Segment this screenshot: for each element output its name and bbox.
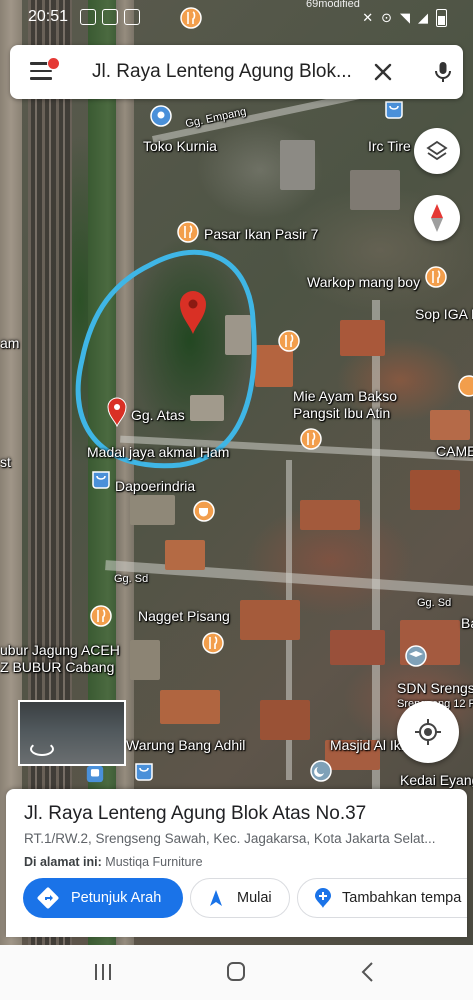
label-gg-atas[interactable]: Gg. Atas <box>131 407 185 423</box>
train-station-icon[interactable] <box>86 765 104 783</box>
directions-button[interactable]: Petunjuk Arah <box>23 878 183 918</box>
label-toko-kurnia[interactable]: Toko Kurnia <box>143 138 217 154</box>
compass-icon <box>431 204 443 232</box>
mosque-icon[interactable] <box>310 760 332 782</box>
app-icon <box>124 9 140 25</box>
place-address: RT.1/RW.2, Srengseng Sawah, Kec. Jagakar… <box>24 831 436 846</box>
home-icon[interactable] <box>221 959 251 985</box>
shopping-icon[interactable] <box>383 98 405 120</box>
label-bubur-2[interactable]: Z BUBUR Cabang <box>0 659 114 675</box>
add-place-label: Tambahkan tempa <box>342 890 462 906</box>
school-icon[interactable] <box>405 645 427 667</box>
recent-apps-icon[interactable] <box>88 959 118 985</box>
start-label: Mulai <box>237 890 272 906</box>
status-system-icons: ✕ ⊙ ◥ ◢ <box>362 9 447 27</box>
gallery-icon <box>80 9 96 25</box>
street-view-icon <box>30 742 54 756</box>
shopping-icon[interactable] <box>133 760 155 782</box>
layers-icon <box>426 140 448 161</box>
signal-icon: ◢ <box>418 10 428 25</box>
notification-dot <box>47 57 60 70</box>
label-came[interactable]: CAME <box>436 443 473 459</box>
label-bubur-1[interactable]: ubur Jagung ACEH <box>0 642 120 658</box>
mute-icon: ✕ <box>362 10 374 25</box>
label-nagget[interactable]: Nagget Pisang <box>138 608 230 624</box>
location-icon: ⊙ <box>381 10 392 25</box>
my-location-button[interactable] <box>397 701 459 763</box>
status-partial-text: 69modified <box>306 0 360 10</box>
restaurant-icon[interactable] <box>278 330 300 352</box>
restaurant-icon[interactable] <box>300 428 322 450</box>
mic-icon[interactable] <box>430 59 456 85</box>
search-bar[interactable]: Jl. Raya Lenteng Agung Blok... <box>10 45 463 99</box>
place-at-address: Di alamat ini: Mustiqa Furniture <box>24 855 203 869</box>
label-kedai[interactable]: Kedai Eyang <box>400 772 473 788</box>
label-ba[interactable]: Ba <box>461 615 473 631</box>
system-nav-bar <box>0 945 473 1000</box>
location-pin-icon <box>180 291 206 334</box>
status-notification-icons <box>80 9 140 25</box>
search-query[interactable]: Jl. Raya Lenteng Agung Blok... <box>92 61 354 83</box>
restaurant-icon[interactable] <box>202 632 224 654</box>
at-address-label: Di alamat ini: <box>24 855 102 869</box>
layers-button[interactable] <box>414 128 460 174</box>
street-view-thumbnail[interactable] <box>18 700 126 766</box>
label-pasar-ikan[interactable]: Pasar Ikan Pasir 7 <box>204 226 318 242</box>
restaurant-icon[interactable] <box>425 266 447 288</box>
label-am[interactable]: am <box>0 335 19 351</box>
directions-label: Petunjuk Arah <box>71 890 162 906</box>
label-warung[interactable]: Warung Bang Adhil <box>126 737 245 753</box>
battery-icon <box>436 9 447 27</box>
label-gg-sd-1: Gg. Sd <box>114 573 149 585</box>
compass-button[interactable] <box>414 195 460 241</box>
directions-icon <box>37 887 59 909</box>
label-st[interactable]: st <box>0 454 11 470</box>
close-icon[interactable] <box>370 59 396 85</box>
place-card[interactable]: Jl. Raya Lenteng Agung Blok Atas No.37 R… <box>6 789 467 937</box>
label-mie-ayam-2[interactable]: Pangsit Ibu Atin <box>293 405 390 421</box>
label-madal[interactable]: Madal jaya akmal Ham <box>87 444 229 460</box>
navigation-arrow-icon <box>210 890 222 906</box>
label-sop-iga[interactable]: Sop IGA B <box>415 306 473 322</box>
highlight-circle <box>75 249 257 469</box>
label-dapoerindria[interactable]: Dapoerindria <box>115 478 195 494</box>
gg-atas-pin-icon <box>107 397 127 428</box>
add-place-icon <box>315 888 331 908</box>
start-button[interactable]: Mulai <box>190 878 290 918</box>
status-time: 20:51 <box>28 8 69 25</box>
restaurant-icon[interactable] <box>177 221 199 243</box>
restaurant-icon[interactable] <box>90 605 112 627</box>
shopping-icon[interactable] <box>150 105 172 127</box>
label-mie-ayam-1[interactable]: Mie Ayam Bakso <box>293 388 397 404</box>
label-sdn-1[interactable]: SDN Srengs <box>397 680 473 696</box>
status-bar: 20:51 69modified ✕ ⊙ ◥ ◢ <box>0 0 473 36</box>
add-place-button[interactable]: Tambahkan tempa <box>297 878 467 918</box>
back-icon[interactable] <box>354 959 384 985</box>
wifi-icon: ◥ <box>400 10 410 25</box>
restaurant-icon[interactable] <box>458 375 473 397</box>
label-gg-sd-2: Gg. Sd <box>417 597 452 609</box>
place-title: Jl. Raya Lenteng Agung Blok Atas No.37 <box>24 803 367 824</box>
cafe-icon[interactable] <box>193 500 215 522</box>
shopping-icon[interactable] <box>90 468 112 490</box>
my-location-icon <box>415 719 441 745</box>
label-irc-tire[interactable]: Irc Tire <box>368 138 411 154</box>
at-address-value: Mustiqa Furniture <box>105 855 203 869</box>
label-warkop[interactable]: Warkop mang boy <box>307 274 420 290</box>
notification-icon <box>102 9 118 25</box>
